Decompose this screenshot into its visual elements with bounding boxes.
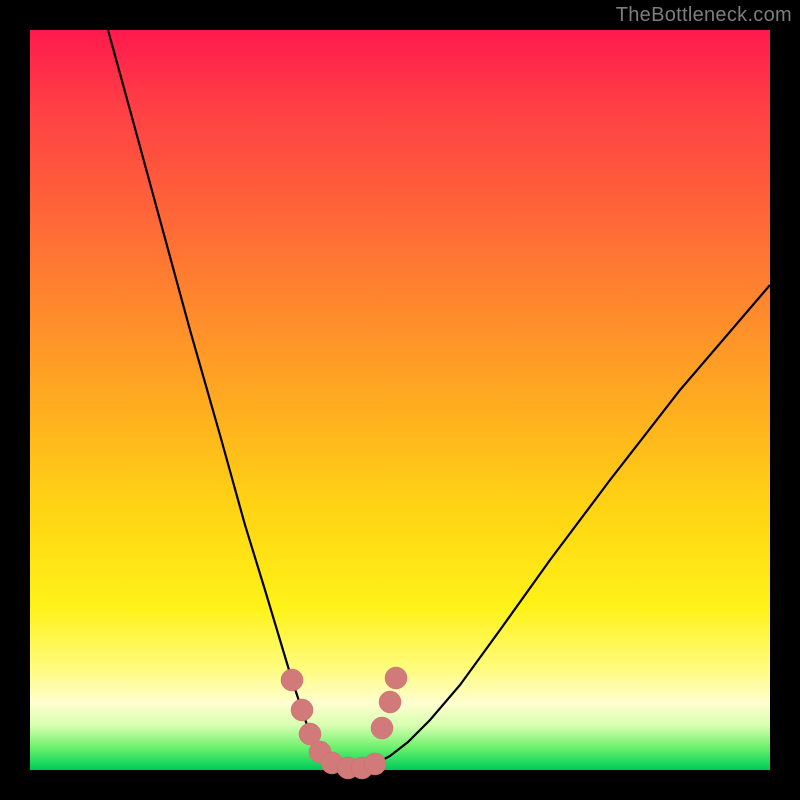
bottleneck-curve-svg <box>30 30 770 770</box>
watermark-text: TheBottleneck.com <box>616 4 792 27</box>
chart-plot-area <box>30 30 770 770</box>
curve-marker <box>291 699 313 721</box>
bottleneck-curve-path <box>108 30 770 768</box>
curve-marker <box>364 753 386 775</box>
curve-marker <box>379 691 401 713</box>
curve-marker <box>371 717 393 739</box>
chart-frame: TheBottleneck.com <box>0 0 800 800</box>
marker-group <box>281 667 407 779</box>
curve-marker <box>281 669 303 691</box>
curve-marker <box>385 667 407 689</box>
